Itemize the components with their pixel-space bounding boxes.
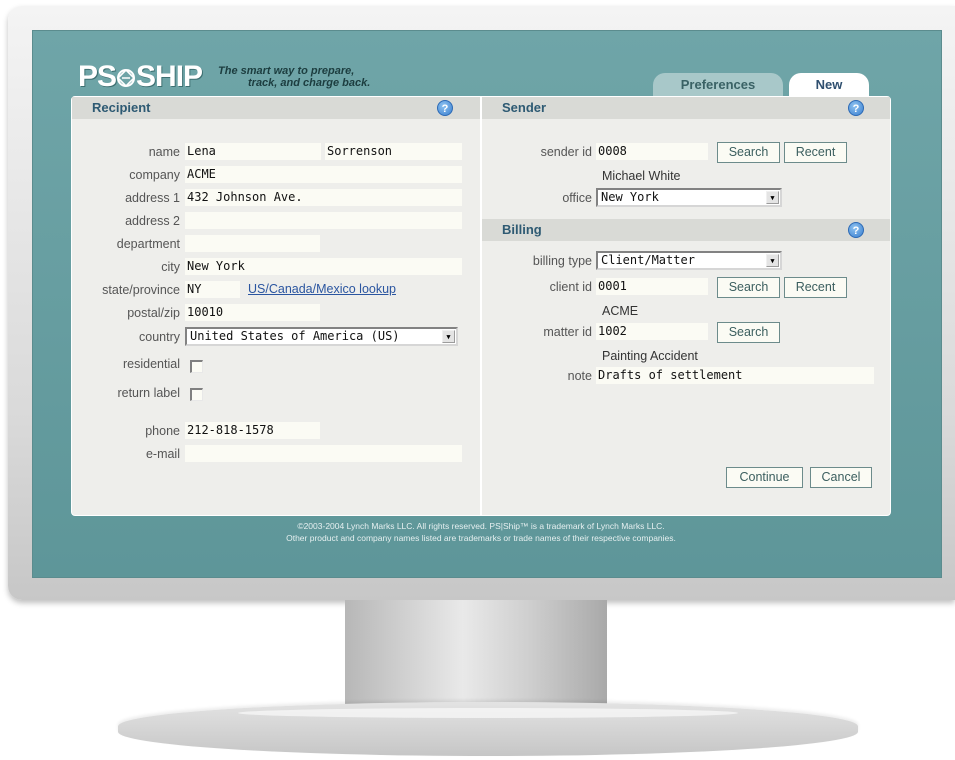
address-2-input[interactable] — [185, 212, 462, 229]
help-icon[interactable]: ? — [848, 222, 864, 238]
phone-label: phone — [145, 424, 180, 438]
cancel-button[interactable]: Cancel — [810, 467, 872, 488]
copyright-line-1: ©2003-2004 Lynch Marks LLC. All rights r… — [297, 521, 665, 531]
country-select-value: United States of America (US) — [190, 329, 400, 343]
country-label: country — [139, 330, 180, 344]
residential-label: residential — [123, 357, 180, 371]
note-label: note — [567, 369, 592, 383]
sender-id-input[interactable]: 0008 — [596, 143, 708, 160]
return-label-checkbox[interactable] — [190, 388, 203, 401]
help-icon[interactable]: ? — [437, 100, 453, 116]
chevron-down-icon[interactable]: ▼ — [766, 254, 779, 267]
billing-section-header: Billing ? — [482, 219, 890, 241]
city-label: city — [161, 260, 180, 274]
matter-id-input[interactable]: 1002 — [596, 323, 708, 340]
email-input[interactable] — [185, 445, 462, 462]
office-label: office — [562, 191, 592, 205]
chevron-down-icon[interactable]: ▼ — [442, 330, 455, 343]
logo: PS SHIP — [78, 60, 203, 93]
residential-checkbox[interactable] — [190, 360, 203, 373]
postal-input[interactable]: 10010 — [185, 304, 320, 321]
city-input[interactable]: New York — [185, 258, 462, 275]
globe-icon — [116, 68, 136, 88]
continue-button[interactable]: Continue — [726, 467, 803, 488]
address-2-label: address 2 — [125, 214, 180, 228]
help-icon[interactable]: ? — [848, 100, 864, 116]
billing-type-label: billing type — [532, 254, 592, 268]
logo-text-ship: SHIP — [136, 60, 203, 93]
phone-input[interactable]: 212-818-1578 — [185, 422, 320, 439]
shipment-form-panel: Recipient ? Sender ? name Lena Sorrenson… — [71, 96, 891, 516]
copyright-footer: ©2003-2004 Lynch Marks LLC. All rights r… — [71, 520, 891, 544]
email-label: e-mail — [145, 447, 180, 461]
matter-id-label: matter id — [543, 325, 592, 339]
first-name-input[interactable]: Lena — [185, 143, 321, 160]
postal-label: postal/zip — [127, 306, 180, 320]
address-lookup-link[interactable]: US/Canada/Mexico lookup — [248, 280, 396, 298]
client-search-button[interactable]: Search — [717, 277, 780, 298]
country-select[interactable]: United States of America (US) ▼ — [185, 327, 458, 346]
tagline-line-1: The smart way to prepare, — [218, 65, 355, 77]
address-1-input[interactable]: 432 Johnson Ave. — [185, 189, 462, 206]
chevron-down-icon[interactable]: ▼ — [766, 191, 779, 204]
matter-search-button[interactable]: Search — [717, 322, 780, 343]
sender-id-label: sender id — [540, 145, 592, 159]
address-1-label: address 1 — [125, 191, 180, 205]
billing-title: Billing — [502, 222, 542, 237]
company-label: company — [129, 168, 180, 182]
billing-type-select-value: Client/Matter — [601, 253, 695, 267]
office-select-value: New York — [601, 190, 659, 204]
copyright-line-2: Other product and company names listed a… — [286, 533, 676, 543]
note-input[interactable]: Drafts of settlement — [596, 367, 874, 384]
client-recent-button[interactable]: Recent — [784, 277, 847, 298]
name-label: name — [148, 145, 180, 159]
department-input[interactable] — [185, 235, 320, 252]
tagline: The smart way to prepare, track, and cha… — [218, 65, 388, 89]
tab-preferences[interactable]: Preferences — [653, 73, 783, 97]
last-name-input[interactable]: Sorrenson — [325, 143, 462, 160]
matter-name: Painting Accident — [602, 349, 698, 363]
recipient-title: Recipient — [92, 100, 151, 115]
client-id-input[interactable]: 0001 — [596, 278, 708, 295]
sender-recent-button[interactable]: Recent — [784, 142, 847, 163]
office-select[interactable]: New York ▼ — [596, 188, 782, 207]
state-label: state/province — [102, 283, 180, 297]
recipient-section-header: Recipient ? — [72, 97, 480, 119]
tagline-line-2: track, and charge back. — [248, 77, 371, 89]
monitor-stand-neck — [345, 600, 607, 710]
monitor-stand-base — [118, 702, 858, 756]
company-input[interactable]: ACME — [185, 166, 462, 183]
tab-new[interactable]: New — [789, 73, 869, 97]
state-input[interactable]: NY — [185, 281, 240, 298]
department-label: department — [116, 237, 180, 251]
sender-title: Sender — [502, 100, 547, 115]
client-name: ACME — [602, 304, 639, 318]
sender-name: Michael White — [602, 169, 681, 183]
logo-text-ps: PS — [78, 60, 117, 93]
sender-section-header: Sender ? — [482, 97, 890, 119]
billing-type-select[interactable]: Client/Matter ▼ — [596, 251, 782, 270]
return-label-label: return label — [117, 386, 180, 400]
client-id-label: client id — [549, 280, 592, 294]
sender-search-button[interactable]: Search — [717, 142, 780, 163]
